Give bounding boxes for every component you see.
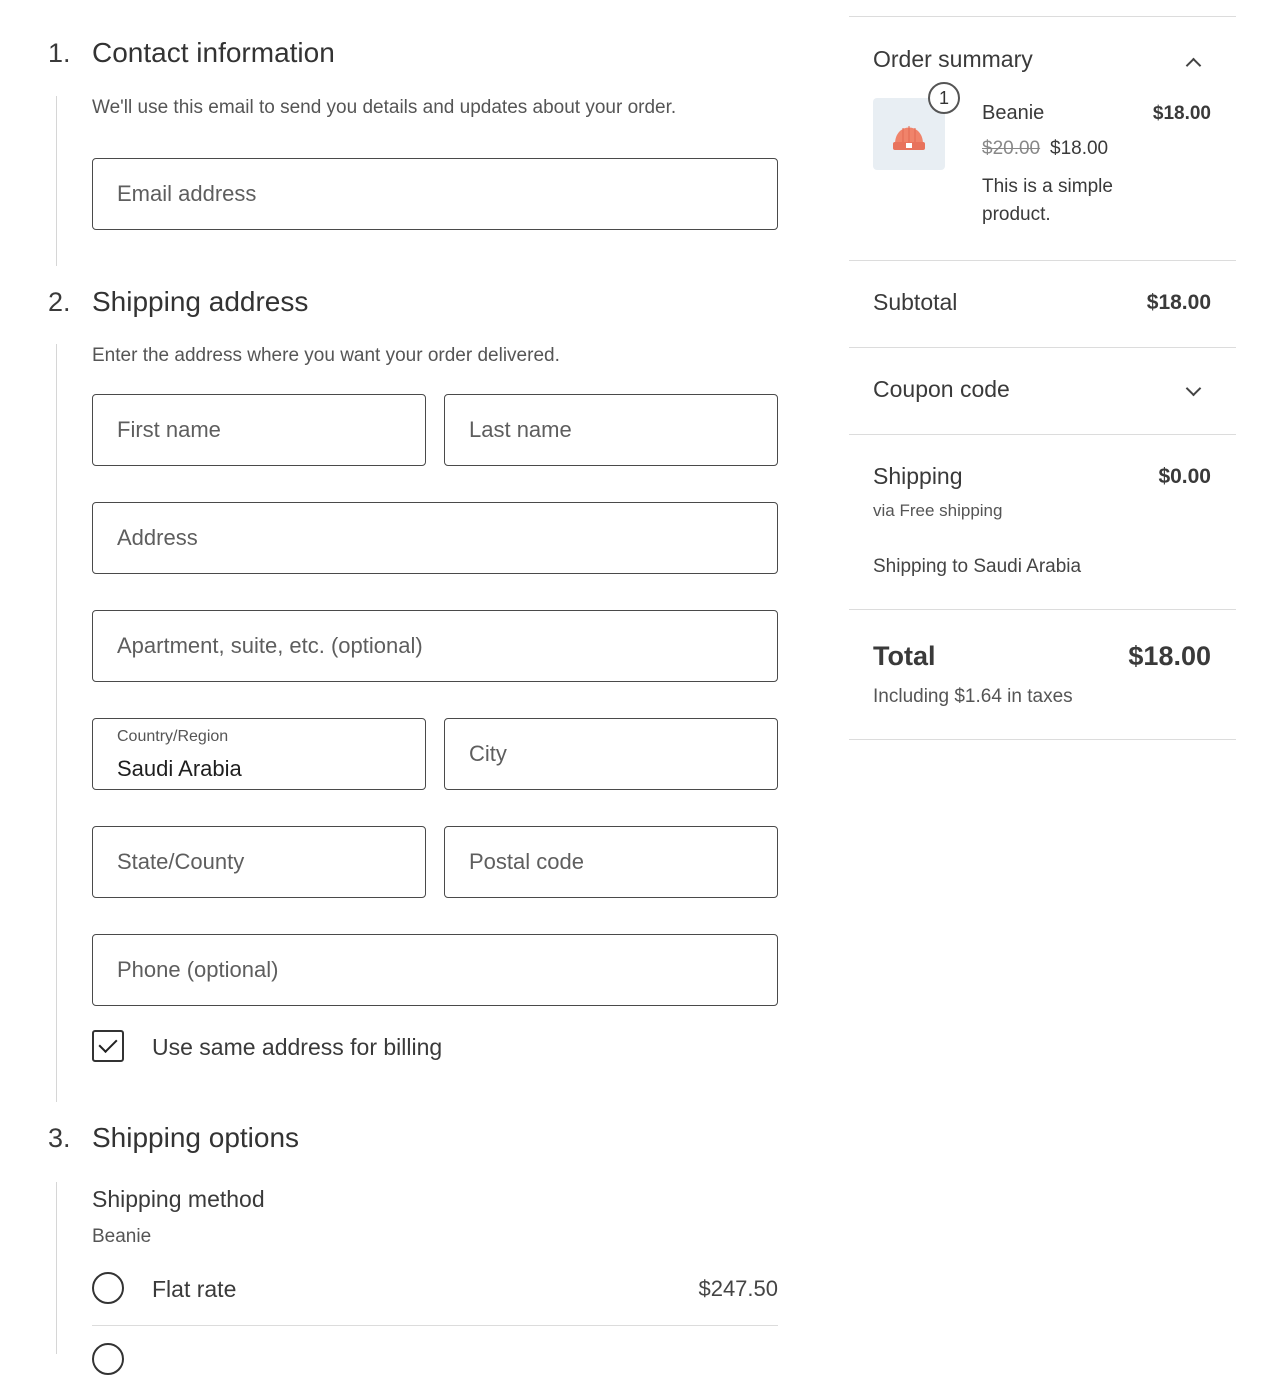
country-label: Country/Region	[117, 728, 229, 745]
apartment-input[interactable]	[93, 611, 777, 681]
step-number: 2.	[48, 287, 71, 317]
section-divider-line	[56, 96, 57, 266]
coupon-code-toggle[interactable]: Coupon code	[849, 360, 1236, 420]
chevron-up-icon	[1185, 57, 1202, 74]
email-input[interactable]	[93, 159, 777, 229]
summary-divider	[849, 260, 1236, 261]
quantity-badge: 1	[928, 82, 960, 114]
same-billing-label[interactable]: Use same address for billing	[152, 1034, 442, 1061]
city-input[interactable]	[445, 719, 777, 789]
state-input[interactable]	[93, 827, 425, 897]
postal-code-field[interactable]	[444, 826, 778, 898]
product-name: Beanie	[982, 102, 1045, 124]
tax-note: Including $1.64 in taxes	[873, 686, 1073, 707]
apartment-field[interactable]	[92, 610, 778, 682]
summary-divider	[849, 16, 1236, 17]
total-label: Total	[873, 641, 936, 671]
state-field[interactable]	[92, 826, 426, 898]
summary-divider	[849, 609, 1236, 610]
order-summary-toggle[interactable]: Order summary	[849, 36, 1236, 86]
step-number: 1.	[48, 38, 71, 68]
address-field[interactable]	[92, 502, 778, 574]
shipping-destination: Shipping to Saudi Arabia	[873, 556, 1082, 577]
product-line-total: $18.00	[1152, 103, 1211, 124]
country-value: Saudi Arabia	[117, 756, 242, 781]
regular-price: $20.00	[982, 138, 1041, 159]
subtotal-label: Subtotal	[873, 289, 958, 315]
coupon-label: Coupon code	[873, 376, 1010, 402]
shipping-method-heading: Shipping method	[92, 1186, 265, 1212]
phone-input[interactable]	[93, 935, 777, 1005]
shipping-label: Shipping	[873, 463, 963, 489]
section-description: Enter the address where you want your or…	[92, 345, 560, 366]
first-name-input[interactable]	[93, 395, 425, 465]
summary-divider	[849, 434, 1236, 435]
radio-button[interactable]	[92, 1343, 124, 1375]
city-field[interactable]	[444, 718, 778, 790]
phone-field[interactable]	[92, 934, 778, 1006]
radio-button[interactable]	[92, 1272, 124, 1304]
address-input[interactable]	[93, 503, 777, 573]
shipping-value: $0.00	[1158, 465, 1211, 488]
sale-price: $18.00	[1050, 138, 1109, 159]
check-icon	[98, 1033, 118, 1054]
order-summary-title: Order summary	[873, 46, 1033, 72]
subtotal-value: $18.00	[1146, 291, 1211, 314]
email-field[interactable]	[92, 158, 778, 230]
first-name-field[interactable]	[92, 394, 426, 466]
last-name-input[interactable]	[445, 395, 777, 465]
total-value: $18.00	[1128, 641, 1211, 671]
summary-divider	[849, 347, 1236, 348]
option-divider	[92, 1325, 778, 1326]
section-title-shipping-address: Shipping address	[92, 286, 309, 317]
section-description: We'll use this email to send you details…	[92, 97, 677, 118]
package-name: Beanie	[92, 1226, 152, 1247]
shipping-option-price: $247.50	[698, 1276, 778, 1301]
last-name-field[interactable]	[444, 394, 778, 466]
shipping-option-label: Flat rate	[152, 1276, 237, 1302]
section-title-shipping-options: Shipping options	[92, 1122, 300, 1153]
country-select[interactable]: Country/Region Saudi Arabia	[92, 718, 426, 790]
shipping-method: via Free shipping	[873, 501, 1003, 520]
chevron-down-icon	[1185, 380, 1202, 397]
section-divider-line	[56, 344, 57, 1102]
summary-divider	[849, 739, 1236, 740]
postal-code-input[interactable]	[445, 827, 777, 897]
section-divider-line	[56, 1182, 57, 1354]
product-description: This is a simple product.	[982, 176, 1113, 225]
same-billing-checkbox[interactable]	[92, 1030, 124, 1062]
step-number: 3.	[48, 1123, 71, 1153]
shipping-option-flat-rate[interactable]: Flat rate $247.50	[92, 1270, 778, 1310]
section-title-contact: Contact information	[92, 37, 335, 68]
